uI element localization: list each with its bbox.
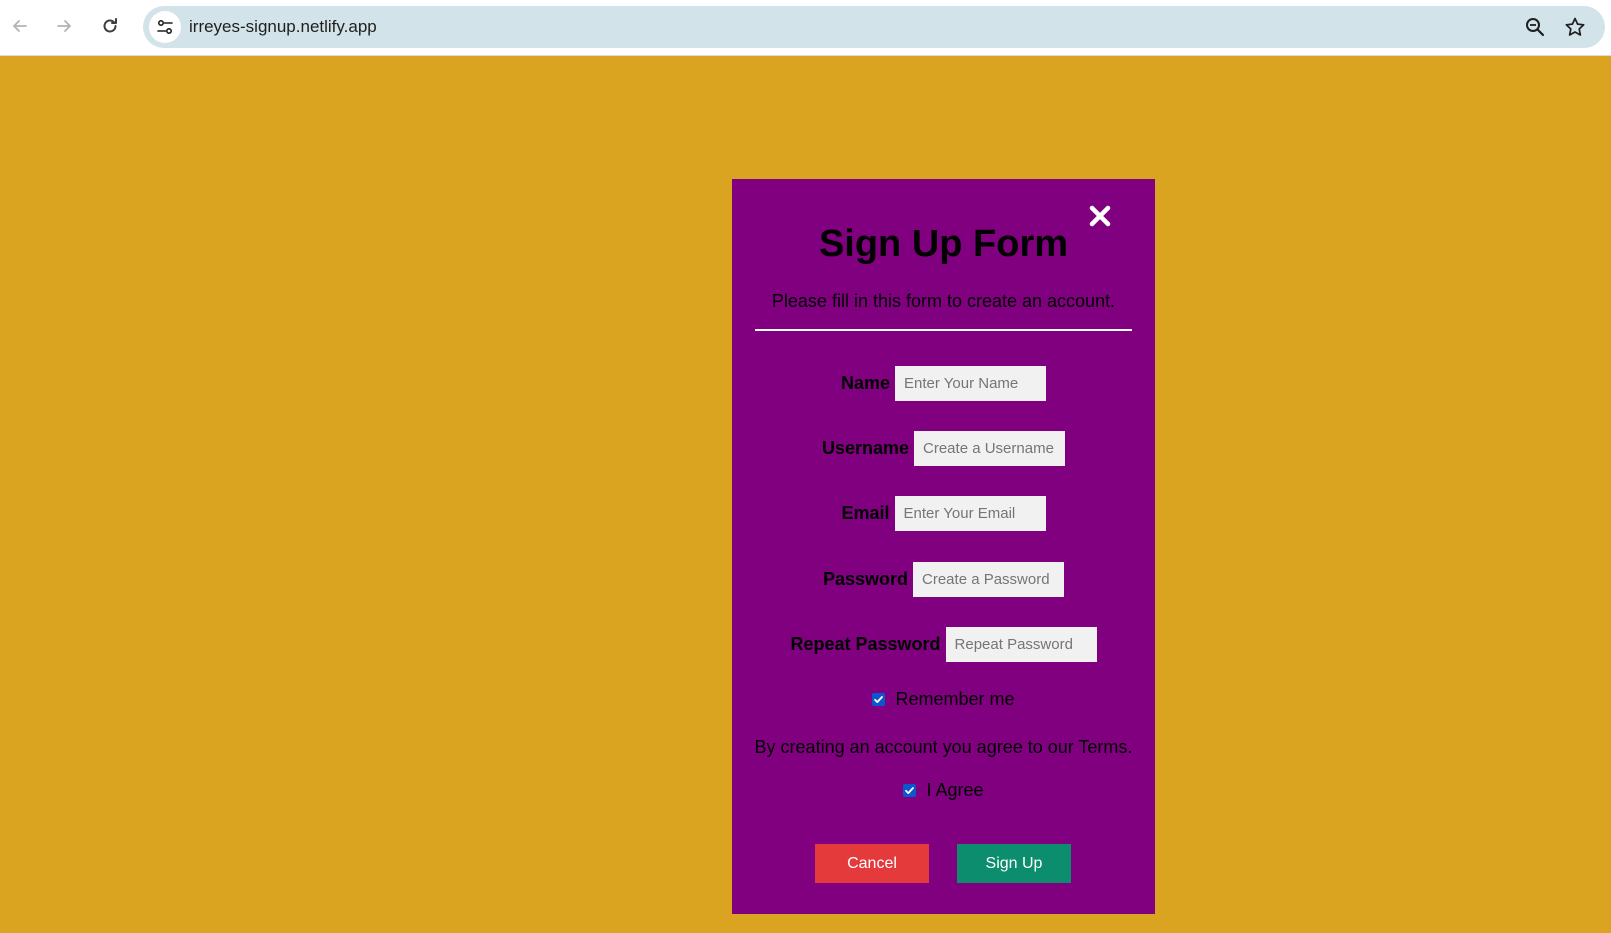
star-icon: [1565, 17, 1585, 36]
tune-icon: [157, 19, 173, 35]
email-input[interactable]: [894, 496, 1046, 531]
password-row: Password: [732, 562, 1155, 597]
email-row: Email: [732, 496, 1155, 531]
address-bar[interactable]: irreyes-signup.netlify.app: [143, 6, 1605, 48]
remember-label: Remember me: [895, 689, 1015, 709]
agree-checkbox[interactable]: [903, 784, 917, 797]
name-label: Name: [840, 373, 891, 393]
username-row: Username: [732, 431, 1155, 466]
password-input[interactable]: [913, 562, 1065, 597]
divider: [755, 329, 1132, 331]
zoom-out-icon: [1526, 18, 1545, 37]
checkmark-icon: [874, 696, 884, 703]
username-label: Username: [821, 438, 910, 458]
terms-text: By creating an account you agree to our …: [754, 737, 1133, 757]
zoom-button[interactable]: [1523, 15, 1547, 39]
repeat-password-label: Repeat Password: [790, 634, 941, 654]
remember-checkbox[interactable]: [872, 693, 886, 706]
signup-modal: Sign Up Form Please fill in this form to…: [732, 179, 1155, 914]
checkmark-icon: [905, 787, 915, 794]
repeat-password-row: Repeat Password: [732, 627, 1155, 662]
agree-row: I Agree: [732, 780, 1155, 801]
back-button[interactable]: [6, 12, 34, 40]
back-arrow-icon: [13, 20, 27, 32]
repeat-password-input[interactable]: [945, 627, 1097, 662]
form-subtitle: Please fill in this form to create an ac…: [771, 291, 1116, 311]
password-label: Password: [822, 569, 909, 589]
name-row: Name: [732, 366, 1155, 401]
name-input[interactable]: [895, 366, 1047, 401]
forward-arrow-icon: [57, 20, 71, 32]
username-input[interactable]: [914, 431, 1066, 466]
reload-icon: [103, 18, 117, 33]
forward-button[interactable]: [50, 12, 78, 40]
reload-button[interactable]: [96, 12, 124, 40]
site-info-button[interactable]: [149, 11, 181, 43]
signup-button[interactable]: Sign Up: [957, 844, 1071, 883]
cancel-button[interactable]: Cancel: [815, 844, 929, 883]
agree-label: I Agree: [926, 780, 984, 800]
email-label: Email: [841, 503, 890, 523]
remember-row: Remember me: [732, 689, 1155, 710]
browser-toolbar: irreyes-signup.netlify.app: [0, 0, 1611, 56]
form-title: Sign Up Form: [818, 223, 1069, 265]
url-text[interactable]: irreyes-signup.netlify.app: [189, 17, 377, 37]
bookmark-button[interactable]: [1563, 15, 1587, 39]
